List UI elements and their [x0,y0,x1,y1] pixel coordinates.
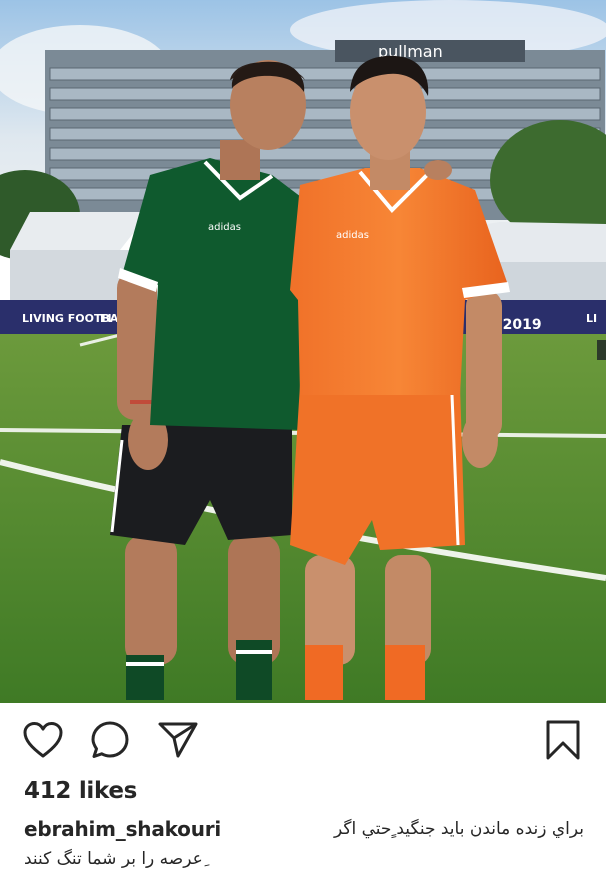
likes-count[interactable]: 412 likes [24,778,137,804]
share-button[interactable] [156,718,200,762]
distant-person [597,340,606,360]
caption-text-line1: براي زنده ماندن بايد جنگيد ٍحتي اگر [334,819,584,839]
green-kit-brand: adidas [208,222,241,233]
orange-kit-brand: adidas [336,230,369,241]
banner-living-football: LIVING FOOTBALL [22,312,132,325]
post-caption: ebrahim_shakouri براي زنده ماندن بايد جن… [24,817,584,875]
heart-icon [22,721,64,759]
comment-button[interactable] [88,718,132,762]
post-action-bar [0,703,606,775]
save-button[interactable] [541,718,585,762]
caption-username[interactable]: ebrahim_shakouri [24,817,221,841]
comment-bubble-icon [90,720,130,760]
paper-plane-icon [157,721,199,759]
post-photo[interactable]: pullman LIVING FOOTBALL FI R 2019 LI adi… [0,0,606,703]
banner-fi: FI [100,312,112,325]
bookmark-icon [545,719,581,761]
like-button[interactable] [21,718,65,762]
caption-text-line2: ِعرصه را بر شما تنگ كنند [24,849,203,869]
banner-li: LI [586,312,597,325]
